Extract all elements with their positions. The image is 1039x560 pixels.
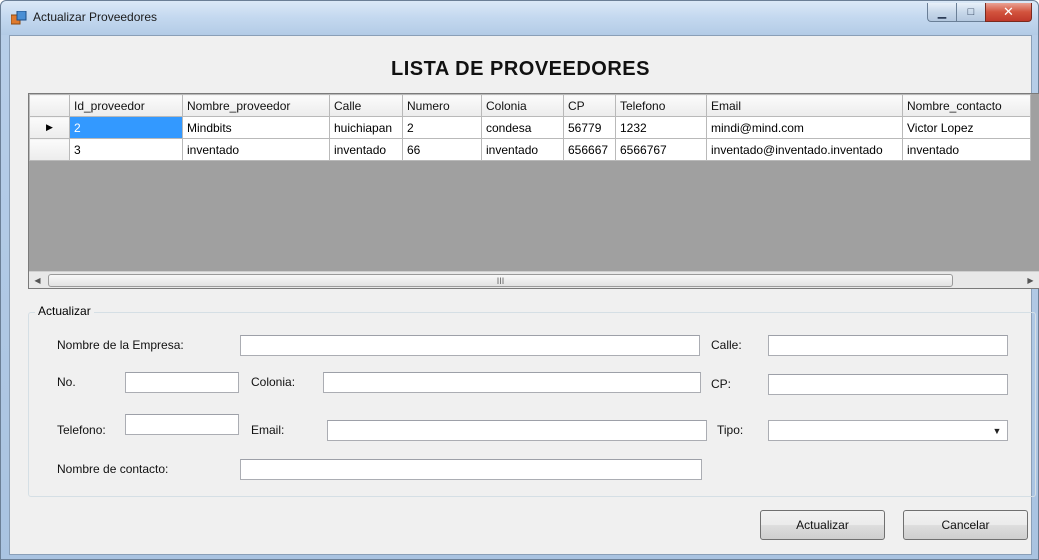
page-title: LISTA DE PROVEEDORES	[391, 58, 650, 80]
colonia-label: Colonia:	[251, 375, 296, 389]
window-title: Actualizar Proveedores	[33, 10, 158, 24]
groupbox-title: Actualizar	[35, 304, 94, 318]
minimize-icon: ▁	[937, 6, 947, 19]
row-header[interactable]	[29, 138, 70, 161]
cp-label: CP:	[711, 377, 732, 391]
chevron-down-icon: ▼	[992, 426, 1002, 436]
no-label: No.	[57, 375, 76, 389]
email-field[interactable]	[327, 420, 707, 441]
close-icon: ✕	[1003, 4, 1014, 19]
title-bar[interactable]: Actualizar Proveedores ▁ □ ✕	[1, 1, 1038, 35]
column-header[interactable]: Nombre_proveedor	[182, 94, 330, 117]
table-cell[interactable]: 66	[402, 138, 482, 161]
telefono-field[interactable]	[125, 414, 239, 435]
email-label: Email:	[251, 423, 285, 437]
no-field[interactable]	[125, 372, 239, 393]
contacto-label: Nombre de contacto:	[57, 462, 169, 476]
scroll-left-button[interactable]: ◀	[29, 272, 46, 288]
table-cell[interactable]: inventado	[481, 138, 564, 161]
column-header[interactable]: Calle	[329, 94, 403, 117]
empresa-label: Nombre de la Empresa:	[57, 338, 184, 352]
telefono-label: Telefono:	[57, 423, 106, 437]
table-cell[interactable]: 3	[69, 138, 183, 161]
empresa-field[interactable]	[240, 335, 700, 356]
table-row[interactable]: ▶ 2 Mindbits huichiapan 2 condesa 56779 …	[29, 116, 1031, 139]
table-cell[interactable]: mindi@mind.com	[706, 116, 903, 139]
table-cell[interactable]: inventado	[182, 138, 330, 161]
column-header[interactable]: Telefono	[615, 94, 707, 117]
chevron-right-icon: ▶	[1027, 276, 1034, 285]
table-cell[interactable]: inventado@inventado.inventado	[706, 138, 903, 161]
maximize-button[interactable]: □	[956, 3, 985, 22]
app-icon	[11, 11, 27, 25]
horizontal-scrollbar[interactable]: ◀ III ▶	[29, 271, 1039, 288]
table-cell[interactable]: 56779	[563, 116, 616, 139]
scroll-grip-icon: III	[496, 275, 505, 286]
scroll-right-button[interactable]: ▶	[1022, 272, 1039, 288]
table-row[interactable]: 3 inventado inventado 66 inventado 65666…	[29, 138, 1031, 161]
calle-label: Calle:	[711, 338, 742, 352]
tipo-label: Tipo:	[717, 423, 744, 437]
column-header[interactable]: Nombre_contacto	[902, 94, 1031, 117]
calle-field[interactable]	[768, 335, 1008, 356]
table-cell[interactable]: 656667	[563, 138, 616, 161]
table-cell[interactable]: 2	[402, 116, 482, 139]
providers-table: Id_proveedor Nombre_proveedor Calle Nume…	[29, 94, 1031, 161]
maximize-icon: □	[967, 6, 975, 18]
cancelar-button[interactable]: Cancelar	[903, 510, 1028, 540]
close-button[interactable]: ✕	[985, 3, 1032, 22]
column-header[interactable]: Id_proveedor	[69, 94, 183, 117]
grid-corner-header[interactable]	[29, 94, 70, 117]
column-header[interactable]: Email	[706, 94, 903, 117]
update-groupbox: Actualizar Nombre de la Empresa: Calle: …	[28, 304, 1036, 497]
table-cell[interactable]: huichiapan	[329, 116, 403, 139]
scroll-thumb[interactable]: III	[48, 274, 953, 287]
table-cell[interactable]: 1232	[615, 116, 707, 139]
table-cell[interactable]: 6566767	[615, 138, 707, 161]
table-cell[interactable]: Mindbits	[182, 116, 330, 139]
column-header[interactable]: CP	[563, 94, 616, 117]
cp-field[interactable]	[768, 374, 1008, 395]
table-cell[interactable]: inventado	[902, 138, 1031, 161]
colonia-field[interactable]	[323, 372, 701, 393]
window-controls: ▁ □ ✕	[927, 3, 1032, 23]
column-header[interactable]: Numero	[402, 94, 482, 117]
grid-header-row: Id_proveedor Nombre_proveedor Calle Nume…	[29, 94, 1031, 117]
table-cell[interactable]: 2	[69, 116, 183, 139]
contacto-field[interactable]	[240, 459, 702, 480]
column-header[interactable]: Colonia	[481, 94, 564, 117]
tipo-select[interactable]: ▼	[768, 420, 1008, 441]
providers-grid[interactable]: Id_proveedor Nombre_proveedor Calle Nume…	[28, 93, 1039, 289]
minimize-button[interactable]: ▁	[927, 3, 956, 22]
app-window: Actualizar Proveedores ▁ □ ✕ LISTA DE PR…	[0, 0, 1039, 560]
table-cell[interactable]: Victor Lopez	[902, 116, 1031, 139]
chevron-left-icon: ◀	[34, 276, 41, 285]
actualizar-button[interactable]: Actualizar	[760, 510, 885, 540]
table-cell[interactable]: inventado	[329, 138, 403, 161]
current-row-indicator-icon[interactable]: ▶	[29, 116, 70, 139]
client-area: LISTA DE PROVEEDORES Id_proveedor Nombre…	[9, 35, 1039, 555]
table-cell[interactable]: condesa	[481, 116, 564, 139]
